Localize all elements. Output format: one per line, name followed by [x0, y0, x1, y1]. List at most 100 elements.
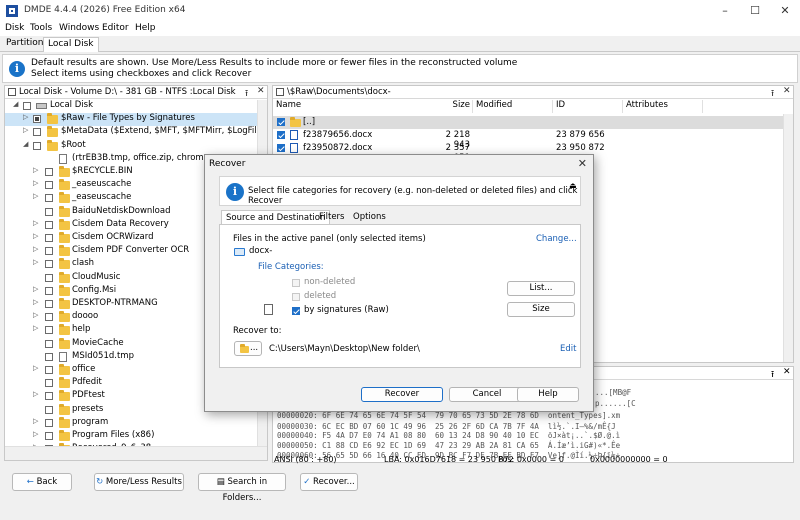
expand-arrow-icon[interactable]: ▷: [23, 126, 28, 134]
tree-checkbox[interactable]: [45, 418, 53, 427]
tree-item[interactable]: ▷ program: [5, 416, 267, 430]
col-id[interactable]: ID: [553, 100, 623, 113]
dialog-help-button[interactable]: Help: [517, 387, 579, 402]
tree-horizontal-scrollbar[interactable]: [5, 446, 267, 460]
dialog-recover-button[interactable]: Recover: [361, 387, 443, 402]
expand-arrow-icon[interactable]: ▷: [33, 219, 38, 227]
info-icon: i: [226, 183, 244, 201]
tree-checkbox[interactable]: [45, 234, 53, 242]
recover-button[interactable]: ✓ Recover...: [300, 473, 358, 491]
col-attributes[interactable]: Attributes: [623, 100, 703, 113]
row-checkbox[interactable]: [277, 118, 285, 126]
expand-arrow-icon[interactable]: ▷: [33, 324, 38, 332]
tab-options[interactable]: Options: [349, 210, 390, 225]
expand-arrow-icon[interactable]: ▷: [33, 390, 38, 398]
tree-checkbox[interactable]: [45, 326, 53, 335]
expand-arrow-icon[interactable]: ▷: [33, 417, 38, 425]
panel-close-icon[interactable]: ✕: [257, 86, 267, 96]
change-link[interactable]: Change...: [536, 234, 577, 244]
expand-arrow-icon[interactable]: ◢: [23, 140, 28, 148]
more-less-results-button[interactable]: ↻ More/Less Results: [94, 473, 184, 491]
tree-checkbox[interactable]: [45, 286, 53, 295]
col-size[interactable]: Size: [421, 100, 473, 113]
file-row[interactable]: f23879656.docx 2 218 943 23 879 656: [273, 129, 793, 150]
tree-item[interactable]: ▷ $Raw - File Types by Signatures: [5, 113, 267, 127]
tree-checkbox[interactable]: [23, 102, 31, 110]
expand-arrow-icon[interactable]: ▷: [33, 298, 38, 306]
tab-filters[interactable]: Filters: [315, 210, 348, 225]
tree-checkbox[interactable]: [33, 128, 41, 137]
tab-local-disk[interactable]: Local Disk: [43, 37, 99, 52]
tree-checkbox[interactable]: [45, 207, 53, 216]
tree-checkbox[interactable]: [45, 432, 53, 440]
expand-arrow-icon[interactable]: ▷: [33, 430, 38, 438]
tree-checkbox[interactable]: [45, 220, 53, 229]
tree-checkbox[interactable]: [45, 168, 53, 176]
file-row-parent[interactable]: [..]: [273, 116, 793, 129]
tree-checkbox[interactable]: [45, 366, 53, 374]
file-panel-restore-icon[interactable]: ⭱: [771, 86, 781, 102]
tree-item[interactable]: ◢ $Root: [5, 139, 267, 153]
tree-checkbox[interactable]: [45, 405, 53, 414]
file-panel-checkbox[interactable]: [276, 88, 284, 96]
expand-arrow-icon[interactable]: ▷: [33, 232, 38, 240]
browse-button[interactable]: ...: [234, 341, 262, 356]
tree-item[interactable]: ▷ Program Files (x86): [5, 430, 267, 443]
list-button[interactable]: List...: [507, 281, 575, 296]
expand-arrow-icon[interactable]: ▷: [33, 258, 38, 266]
hex-close-icon[interactable]: ✕: [783, 367, 791, 377]
dialog-cancel-button[interactable]: Cancel: [449, 387, 525, 402]
expand-arrow-icon[interactable]: ◢: [13, 100, 18, 108]
tree-checkbox[interactable]: [45, 194, 53, 203]
col-modified[interactable]: Modified: [473, 100, 553, 113]
expand-arrow-icon[interactable]: ▷: [33, 245, 38, 253]
tree-checkbox[interactable]: [45, 379, 53, 388]
tab-source-destination[interactable]: Source and Destination: [221, 210, 331, 225]
tree-checkbox[interactable]: [45, 181, 53, 190]
dialog-close-icon[interactable]: ✕: [578, 157, 587, 170]
row-checkbox[interactable]: [277, 144, 285, 152]
expand-arrow-icon[interactable]: ▷: [33, 192, 38, 200]
by-signatures-checkbox[interactable]: [292, 307, 300, 315]
maximize-button[interactable]: ☐: [740, 0, 770, 22]
close-window-button[interactable]: ✕: [770, 0, 800, 22]
more-less-label: More/Less Results: [105, 477, 182, 487]
deleted-checkbox[interactable]: [292, 293, 300, 301]
tree-checkbox[interactable]: [33, 141, 41, 150]
tree-checkbox[interactable]: [45, 352, 53, 361]
minimize-button[interactable]: –: [710, 0, 740, 22]
collapse-icon[interactable]: ⏏: [569, 181, 577, 190]
size-button[interactable]: Size: [507, 302, 575, 317]
tree-checkbox[interactable]: [45, 339, 53, 348]
panel-select-checkbox[interactable]: [8, 88, 16, 96]
expand-arrow-icon[interactable]: ▷: [33, 311, 38, 319]
file-panel-close-icon[interactable]: ✕: [783, 86, 793, 96]
back-button[interactable]: ← Back: [12, 473, 72, 491]
row-checkbox[interactable]: [277, 131, 285, 139]
nondeleted-checkbox[interactable]: [292, 279, 300, 287]
expand-arrow-icon[interactable]: ▷: [33, 285, 38, 293]
expand-arrow-icon[interactable]: ▷: [23, 113, 28, 121]
expand-arrow-icon[interactable]: ▷: [33, 364, 38, 372]
edit-link[interactable]: Edit: [560, 344, 576, 354]
info-line-1: Default results are shown. Use More/Less…: [31, 58, 518, 68]
menu-disk[interactable]: Disk: [5, 23, 24, 33]
tree-checkbox[interactable]: [45, 300, 53, 308]
tree-checkbox[interactable]: [45, 273, 53, 282]
tree-checkbox[interactable]: [45, 392, 53, 401]
file-list-scrollbar[interactable]: [783, 114, 793, 362]
expand-arrow-icon[interactable]: ▷: [33, 166, 38, 174]
expand-arrow-icon[interactable]: ▷: [33, 179, 38, 187]
tree-checkbox[interactable]: [45, 247, 53, 256]
tree-checkbox[interactable]: [45, 260, 53, 269]
tree-item[interactable]: ▷ $MetaData ($Extend, $MFT, $MFTMirr, $Lo…: [5, 126, 267, 139]
menu-editor[interactable]: Editor: [102, 23, 129, 33]
tree-item[interactable]: ◢ Local Disk: [5, 100, 267, 113]
hex-restore-icon[interactable]: ⭱: [771, 367, 774, 383]
tree-checkbox[interactable]: [33, 115, 41, 124]
menu-help[interactable]: Help: [135, 23, 156, 33]
menu-windows[interactable]: Windows: [59, 23, 99, 33]
tree-checkbox[interactable]: [45, 313, 53, 322]
menu-tools[interactable]: Tools: [30, 23, 52, 33]
search-in-folders-button[interactable]: ▤ Search in Folders...: [198, 473, 286, 503]
